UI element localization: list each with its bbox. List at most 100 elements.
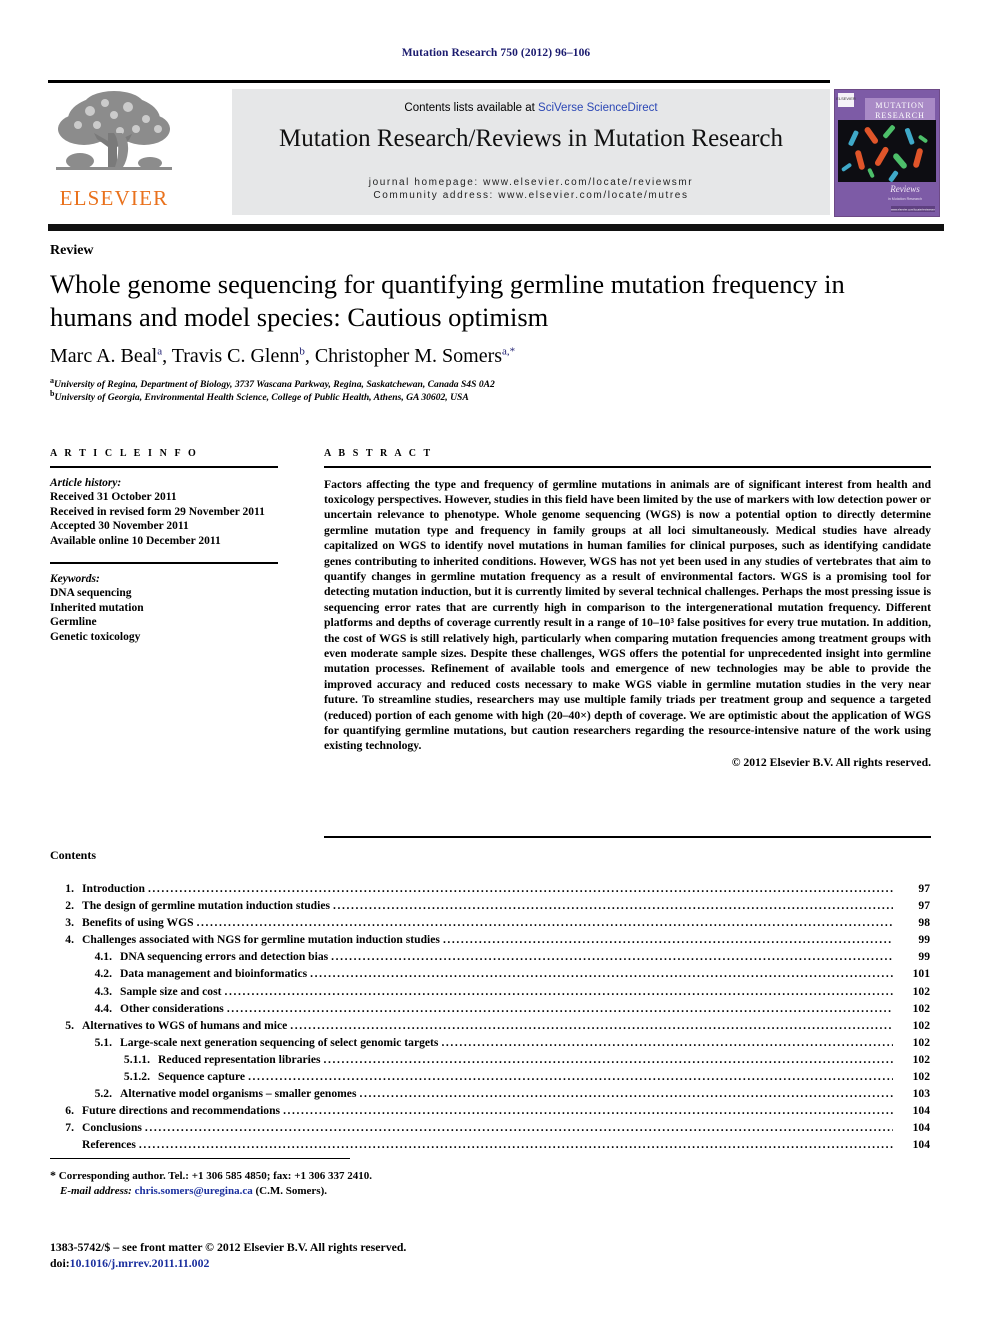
elsevier-tree-icon	[56, 91, 172, 170]
toc-entry-label: Data management and bioinformatics	[120, 967, 308, 981]
imprint-block: 1383-5742/$ – see front matter © 2012 El…	[50, 1240, 610, 1271]
toc-entry[interactable]: 4.1. DNA sequencing errors and detection …	[50, 950, 930, 967]
issn-front-matter: 1383-5742/$ – see front matter © 2012 El…	[50, 1240, 407, 1254]
toc-entry[interactable]: 2. The design of germline mutation induct…	[50, 899, 930, 916]
toc-entry-number: 4.4.	[94, 1001, 112, 1015]
toc-leader-dots: ........................................…	[147, 882, 893, 895]
toc-leader-dots: ........................................…	[323, 1052, 893, 1066]
elsevier-wordmark: ELSEVIER	[59, 186, 169, 210]
toc-entry[interactable]: 4.4. Other considerations................…	[50, 1002, 930, 1019]
author-list: Marc A. Beala, Travis C. Glennb, Christo…	[50, 345, 930, 368]
journal-cover-artwork: ELSEVIER MUTATION RESEARCH Reviews in Mu…	[835, 90, 939, 216]
abstract-rule	[324, 466, 931, 468]
journal-homepage[interactable]: journal homepage: www.elsevier.com/locat…	[232, 177, 830, 188]
email-label: E-mail address:	[60, 1184, 132, 1197]
author-affil-marker: a,*	[502, 345, 516, 358]
toc-entry-page: 102	[912, 1001, 930, 1015]
toc-entry-label: Sample size and cost	[120, 984, 222, 998]
table-of-contents: 1. Introduction..........................…	[50, 882, 930, 1156]
toc-entry-page: 99	[918, 950, 930, 964]
journal-banner: Contents lists available at SciVerse Sci…	[232, 89, 830, 215]
toc-entry[interactable]: 3. Benefits of using WGS.................…	[50, 916, 930, 933]
toc-entry-page: 102	[912, 1018, 930, 1032]
abstract-text: Factors affecting the type and frequency…	[324, 477, 931, 753]
toc-entry-label: DNA sequencing errors and detection bias	[120, 950, 329, 964]
toc-entry[interactable]: References..............................…	[50, 1138, 930, 1155]
sciencedirect-link[interactable]: SciVerse ScienceDirect	[538, 102, 658, 114]
toc-entry-number: 4.1.	[94, 950, 112, 964]
toc-entry[interactable]: 5. Alternatives to WGS of humans and mice…	[50, 1019, 930, 1036]
toc-entry-number: 4.2.	[94, 967, 112, 981]
article-info-heading: A R T I C L E I N F O	[50, 448, 199, 459]
article-history-block: Article history: Received 31 October 201…	[50, 476, 278, 549]
toc-entry-number: 5.1.1.	[123, 1052, 150, 1066]
keyword-item: DNA sequencing	[50, 587, 132, 599]
toc-entry-label: Introduction	[82, 882, 145, 895]
journal-first-page: Mutation Research 750 (2012) 96–106 ELSE…	[0, 0, 992, 1323]
toc-entry[interactable]: 6. Future directions and recommendations.…	[50, 1104, 930, 1121]
toc-entry-number: 3.	[65, 916, 74, 930]
history-item: Received 31 October 2011	[50, 491, 177, 503]
toc-leader-dots: ........................................…	[196, 916, 893, 930]
toc-leader-dots: ........................................…	[290, 1018, 893, 1032]
page-title: Whole genome sequencing for quantifying …	[50, 269, 845, 332]
svg-text:www.elsevier.com/locate/review: www.elsevier.com/locate/reviewsmr	[891, 207, 935, 211]
toc-entry[interactable]: 7. Conclusions...........................…	[50, 1121, 930, 1138]
doi-link[interactable]: 10.1016/j.mrrev.2011.11.002	[70, 1256, 210, 1270]
masthead-bottom-bar	[48, 224, 944, 231]
journal-title: Mutation Research/Reviews in Mutation Re…	[278, 125, 784, 152]
toc-entry[interactable]: 4.3. Sample size and cost................…	[50, 985, 930, 1002]
elsevier-logo: ELSEVIER	[50, 89, 178, 215]
toc-entry-page: 97	[918, 899, 930, 913]
toc-entry-label: Sequence capture	[158, 1070, 246, 1084]
journal-community-address[interactable]: Community address: www.elsevier.com/loca…	[232, 190, 830, 201]
article-info-column: A R T I C L E I N F O Article history: R…	[50, 448, 278, 644]
toc-entry[interactable]: 5.1. Large-scale next generation sequenci…	[50, 1036, 930, 1053]
contents-available-line: Contents lists available at SciVerse Sci…	[232, 102, 830, 114]
contents-heading: Contents	[50, 848, 97, 862]
masthead-top-rule	[48, 80, 830, 83]
corresponding-author-text: Corresponding author. Tel.: +1 306 585 4…	[58, 1170, 372, 1182]
doi-label: doi:	[50, 1255, 70, 1270]
toc-entry-page: 102	[912, 984, 930, 998]
corresponding-marker: *	[50, 1168, 56, 1182]
author-name: Christopher M. Somers	[314, 345, 503, 367]
abstract-copyright: © 2012 Elsevier B.V. All rights reserved…	[731, 755, 931, 769]
toc-entry-label: The design of germline mutation inductio…	[82, 899, 331, 913]
toc-entry-label: References	[82, 1138, 136, 1152]
keyword-item: Germline	[50, 616, 97, 628]
doi-line: doi:10.1016/j.mrrev.2011.11.002	[50, 1256, 610, 1272]
toc-leader-dots: ........................................…	[283, 1104, 893, 1118]
history-item: Available online 10 December 2011	[50, 534, 221, 547]
toc-entry[interactable]: 5.2. Alternative model organisms – smalle…	[50, 1087, 930, 1104]
author-name: Travis C. Glenn	[171, 345, 300, 367]
toc-leader-dots: ........................................…	[331, 950, 893, 964]
toc-entry-label: Other considerations	[120, 1001, 224, 1015]
toc-entry-page: 103	[912, 1087, 930, 1101]
toc-entry[interactable]: 5.1.2. Sequence capture..................…	[50, 1070, 930, 1087]
email-link[interactable]: chris.somers@uregina.ca	[135, 1185, 253, 1197]
article-info-rule	[50, 466, 278, 468]
keyword-item: Inherited mutation	[50, 601, 144, 614]
toc-entry[interactable]: 4.2. Data management and bioinformatics..…	[50, 967, 930, 984]
article-history-label: Article history:	[50, 476, 122, 489]
svg-text:Reviews: Reviews	[889, 184, 920, 194]
email-owner: (C.M. Somers).	[255, 1184, 327, 1197]
toc-entry-label: Alternatives to WGS of humans and mice	[82, 1018, 288, 1032]
toc-leader-dots: ........................................…	[248, 1070, 893, 1084]
svg-text:in Mutation Research: in Mutation Research	[888, 197, 922, 201]
toc-entry-page: 104	[912, 1121, 930, 1135]
running-head: Mutation Research 750 (2012) 96–106	[401, 47, 591, 59]
toc-entry[interactable]: 1. Introduction..........................…	[50, 882, 930, 899]
journal-cover-thumbnail: ELSEVIER MUTATION RESEARCH Reviews in Mu…	[834, 89, 940, 217]
toc-entry-label: Challenges associated with NGS for germl…	[82, 933, 440, 947]
author-separator: ,	[304, 345, 315, 367]
toc-entry[interactable]: 4. Challenges associated with NGS for ger…	[50, 933, 930, 950]
toc-entry-label: Reduced representation libraries	[158, 1052, 321, 1066]
corresponding-author-line: * Corresponding author. Tel.: +1 306 585…	[50, 1168, 610, 1184]
toc-leader-dots: ........................................…	[333, 899, 893, 913]
toc-entry-page: 102	[912, 1052, 930, 1066]
toc-entry-number: 5.1.2.	[123, 1070, 150, 1084]
toc-entry[interactable]: 5.1.1. Reduced representation libraries..…	[50, 1053, 930, 1070]
toc-leader-dots: ........................................…	[144, 1121, 893, 1135]
